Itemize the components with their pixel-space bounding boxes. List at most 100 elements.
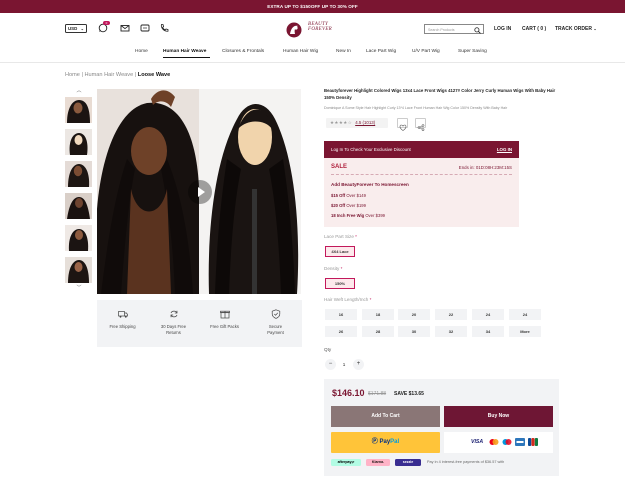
offer-amount: $20 Off <box>331 203 346 208</box>
mastercard-icon <box>489 439 499 445</box>
klarna-logo[interactable]: Klarna. <box>366 459 390 466</box>
add-to-homescreen-title[interactable]: Add BeautyForever To Homescreen <box>331 182 409 187</box>
maestro-icon <box>502 439 512 445</box>
shield-icon <box>271 309 281 319</box>
login-link[interactable]: LOG IN <box>494 26 511 32</box>
purchase-panel: $146.10 $171.88 SAVE $13.65 Add To Cart … <box>324 379 559 476</box>
share-button[interactable] <box>415 118 426 131</box>
breadcrumb-section[interactable]: Human Hair Weave <box>85 72 134 78</box>
offer-amount: 18 Inch Free Wig <box>331 213 365 218</box>
length-option[interactable]: 18 <box>362 309 394 320</box>
nav-item-super-saving[interactable]: Super Saving <box>458 49 487 54</box>
qty-value[interactable]: 1 <box>339 359 349 370</box>
length-option[interactable]: 30 <box>398 326 430 337</box>
visa-icon: VISA <box>471 439 484 445</box>
length-option[interactable]: 20 <box>398 309 430 320</box>
offer-condition: Over $399 <box>365 213 385 218</box>
length-option[interactable]: 22 <box>435 309 467 320</box>
phone-icon[interactable] <box>159 23 169 33</box>
sale-countdown: Ends in: 01D:08H:23M:15S <box>458 165 512 170</box>
message-icon[interactable] <box>140 23 150 33</box>
product-title: Beautyforever Highlight Colored Wigs 13x… <box>324 88 556 100</box>
qty-label: Qty <box>324 347 332 352</box>
paypal-button[interactable]: Ⓟ PayPal <box>331 432 440 453</box>
nav-item-human-hair-wig[interactable]: Human Hair Wig <box>283 49 318 54</box>
length-option[interactable]: 16 <box>325 309 357 320</box>
nav-item-human-hair-weave[interactable]: Human Hair Weave <box>163 49 206 54</box>
buy-now-button[interactable]: Buy Now <box>444 406 553 427</box>
nav-item-new-in[interactable]: New In <box>336 49 351 54</box>
length-option[interactable]: 24 <box>509 309 541 320</box>
currency-value: USD <box>68 26 78 31</box>
option-label-text: Lace Part Size <box>324 234 354 239</box>
breadcrumb-separator: | <box>81 72 83 78</box>
heart-icon <box>399 124 407 131</box>
lace-size-label: Lace Part Size * <box>324 234 357 239</box>
product-thumbnail[interactable] <box>65 225 92 251</box>
lace-size-option[interactable]: 4X4 Lace <box>325 246 355 257</box>
sale-label: SALE <box>331 164 348 170</box>
offer-amount: $15 Off <box>331 193 346 198</box>
afterpay-logo[interactable]: afterpay⥂ <box>331 459 361 466</box>
nav-item-closures-frontals[interactable]: Closures & Frontals <box>222 49 264 54</box>
length-option[interactable]: 26 <box>325 326 357 337</box>
track-order-link[interactable]: TRACK ORDER ⌄ <box>555 26 597 32</box>
logo-line-2: FOREVER <box>308 27 333 33</box>
option-label-text: Density <box>324 266 340 271</box>
savings-amount: SAVE $13.65 <box>394 391 424 397</box>
divider <box>331 174 512 175</box>
product-thumbnail[interactable] <box>65 97 92 123</box>
chevron-down-icon: ⌄ <box>593 26 597 31</box>
density-option[interactable]: 150% <box>325 278 355 289</box>
cart-link[interactable]: CART ( 0 ) <box>522 26 546 32</box>
length-option[interactable]: 24 <box>472 309 504 320</box>
search-input[interactable]: Search Products <box>424 24 484 34</box>
rating-value[interactable]: 4.5 (1013) <box>355 120 375 125</box>
feature-label: Free Gift Packs <box>210 324 239 329</box>
main-nav: Home Human Hair Weave Closures & Frontal… <box>0 47 625 62</box>
coupon-offer: 18 Inch Free Wig Over $399 <box>331 213 385 218</box>
length-option-more[interactable]: More <box>509 326 541 337</box>
length-option[interactable]: 28 <box>362 326 394 337</box>
search-placeholder: Search Products <box>428 27 455 32</box>
qty-decrease-button[interactable]: − <box>325 359 336 370</box>
sezzle-logo[interactable]: sezzle <box>395 459 421 466</box>
currency-select[interactable]: USD ⌄ <box>65 24 87 33</box>
gift-icon <box>220 310 230 319</box>
sale-login-link[interactable]: LOG IN <box>497 141 512 158</box>
nav-item-lace-part-wig[interactable]: Lace Part Wig <box>366 49 396 54</box>
promo-banner[interactable]: EXTRA UP TO $150OFF UP TO 30% OFF <box>0 0 625 13</box>
breadcrumb-home[interactable]: Home <box>65 72 80 78</box>
breadcrumb-separator: | <box>134 72 137 78</box>
option-label-text: Hair Weft Length/Inch <box>324 297 369 302</box>
email-icon[interactable] <box>120 23 130 33</box>
return-icon <box>170 310 178 318</box>
chevron-up-icon[interactable]: ︿ <box>75 88 83 94</box>
wishlist-button[interactable] <box>397 118 408 131</box>
feature-secure-payment: Secure Payment <box>250 300 301 347</box>
search-icon[interactable] <box>474 26 481 34</box>
star-rating-icon: ★★★★☆ <box>330 120 353 125</box>
feature-label: Secure Payment <box>267 324 284 335</box>
amex-icon <box>515 438 525 446</box>
offer-condition: Over $149 <box>346 193 366 198</box>
product-thumbnail[interactable] <box>65 161 92 187</box>
nav-item-uv-part-wig[interactable]: U/V Part Wig <box>412 49 440 54</box>
jcb-icon <box>528 438 538 446</box>
add-to-cart-button[interactable]: Add To Cart <box>331 406 440 427</box>
product-thumbnail[interactable] <box>65 129 92 155</box>
product-thumbnail[interactable] <box>65 193 92 219</box>
feature-free-gift: Free Gift Packs <box>199 300 250 347</box>
required-marker: * <box>340 266 343 271</box>
coupon-offer: $20 Off Over $199 <box>331 203 366 208</box>
rating-summary[interactable]: ★★★★☆ 4.5 (1013) <box>326 118 388 128</box>
play-video-button[interactable] <box>188 180 212 204</box>
product-thumbnail[interactable] <box>65 257 92 283</box>
promo-text: EXTRA UP TO $150OFF UP TO 30% OFF <box>267 4 358 9</box>
nav-item-home[interactable]: Home <box>135 49 148 54</box>
brand-wordmark: BEAUTY FOREVER <box>308 22 332 33</box>
length-option[interactable]: 32 <box>435 326 467 337</box>
qty-increase-button[interactable]: + <box>353 359 364 370</box>
length-option[interactable]: 34 <box>472 326 504 337</box>
chevron-down-icon[interactable]: ﹀ <box>75 285 83 291</box>
